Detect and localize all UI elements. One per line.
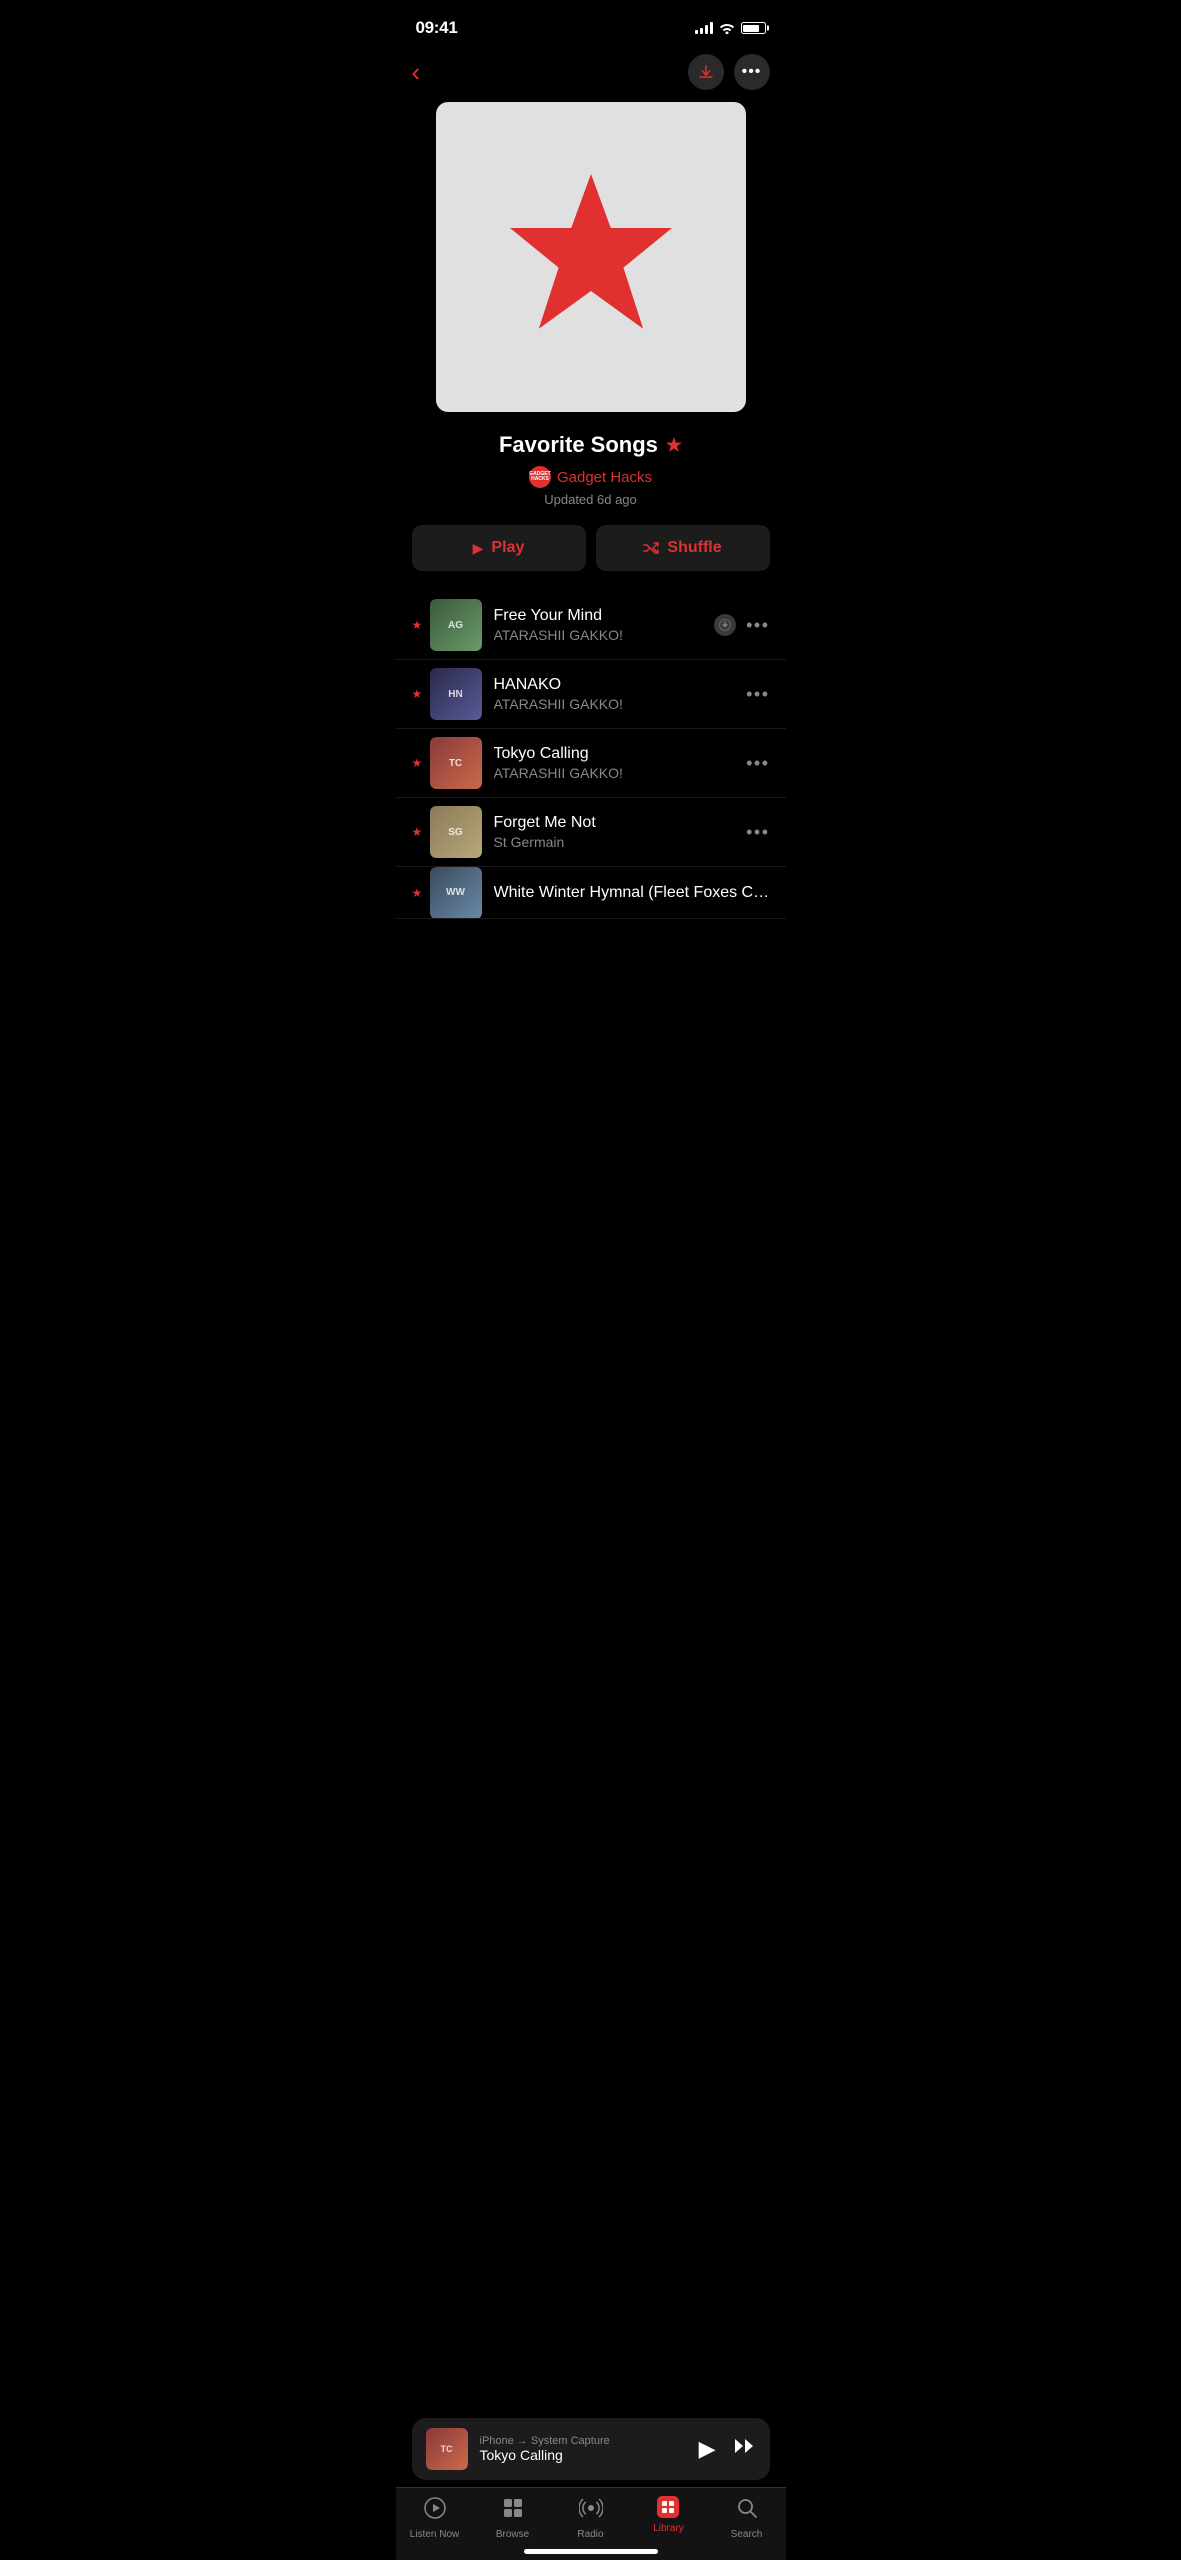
- library-icon: [657, 2496, 681, 2520]
- song-favorite-star: ★: [412, 886, 430, 900]
- song-artist: St Germain: [494, 834, 747, 850]
- song-title: White Winter Hymnal (Fleet Foxes Cover): [494, 884, 770, 902]
- song-info: White Winter Hymnal (Fleet Foxes Cover): [494, 884, 770, 902]
- song-item[interactable]: ★ WW White Winter Hymnal (Fleet Foxes Co…: [396, 867, 786, 919]
- song-artist: ATARASHII GAKKO!: [494, 696, 747, 712]
- song-info: Tokyo Calling ATARASHII GAKKO!: [494, 745, 747, 781]
- updated-text: Updated 6d ago: [416, 492, 766, 507]
- song-thumbnail: AG: [430, 599, 482, 651]
- mini-player-info: iPhone → System Capture Tokyo Calling: [480, 2435, 687, 2463]
- song-favorite-star: ★: [412, 825, 430, 839]
- status-time: 09:41: [416, 18, 458, 38]
- play-label: Play: [491, 539, 524, 557]
- song-actions: •••: [746, 684, 769, 705]
- download-button[interactable]: [688, 54, 724, 90]
- playlist-title-star: ★: [666, 435, 682, 456]
- home-indicator: [524, 2549, 658, 2554]
- battery-icon: [741, 22, 766, 34]
- tab-browse-label: Browse: [496, 2529, 529, 2540]
- search-icon: [735, 2496, 759, 2526]
- nav-actions: •••: [688, 54, 770, 90]
- tab-library-label: Library: [653, 2523, 684, 2534]
- song-artist: ATARASHII GAKKO!: [494, 765, 747, 781]
- tab-listen-now[interactable]: Listen Now: [403, 2496, 467, 2540]
- tab-radio[interactable]: Radio: [559, 2496, 623, 2540]
- song-title: HANAKO: [494, 676, 747, 694]
- shuffle-label: Shuffle: [667, 539, 721, 557]
- song-item[interactable]: ★ HN HANAKO ATARASHII GAKKO! •••: [396, 660, 786, 729]
- song-more-button[interactable]: •••: [746, 753, 769, 774]
- song-download-icon[interactable]: [714, 614, 736, 636]
- playlist-star-art: [501, 165, 681, 350]
- listen-now-icon: [423, 2496, 447, 2526]
- playlist-info: Favorite Songs ★ GADGET HACKS Gadget Hac…: [396, 432, 786, 525]
- tab-library[interactable]: Library: [637, 2496, 701, 2540]
- song-actions: •••: [714, 614, 769, 636]
- song-thumbnail: SG: [430, 806, 482, 858]
- mini-player-source: iPhone → System Capture: [480, 2435, 687, 2447]
- browse-icon: [501, 2496, 525, 2526]
- top-nav: ‹ •••: [396, 50, 786, 102]
- album-art: [436, 102, 746, 412]
- song-thumbnail: TC: [430, 737, 482, 789]
- play-icon: ▶: [473, 540, 484, 557]
- song-favorite-star: ★: [412, 618, 430, 632]
- mini-player-title: Tokyo Calling: [480, 2447, 687, 2463]
- song-thumbnail: WW: [430, 867, 482, 919]
- mini-play-button[interactable]: ▶: [699, 2436, 716, 2462]
- tab-browse[interactable]: Browse: [481, 2496, 545, 2540]
- mini-forward-button[interactable]: [732, 2437, 756, 2461]
- tab-listen-now-label: Listen Now: [410, 2529, 459, 2540]
- play-button[interactable]: ▶ Play: [412, 525, 586, 571]
- wifi-icon: [719, 22, 735, 34]
- song-title: Tokyo Calling: [494, 745, 747, 763]
- song-item[interactable]: ★ AG Free Your Mind ATARASHII GAKKO! •••: [396, 591, 786, 660]
- more-button[interactable]: •••: [734, 54, 770, 90]
- status-icons: [695, 22, 766, 34]
- mini-player-controls: ▶: [699, 2436, 756, 2462]
- song-more-button[interactable]: •••: [746, 615, 769, 636]
- playlist-title: Favorite Songs ★: [416, 432, 766, 458]
- song-actions: •••: [746, 822, 769, 843]
- mini-player[interactable]: TC iPhone → System Capture Tokyo Calling…: [412, 2418, 770, 2480]
- song-info: HANAKO ATARASHII GAKKO!: [494, 676, 747, 712]
- song-art: SG: [430, 806, 482, 858]
- song-info: Free Your Mind ATARASHII GAKKO!: [494, 607, 715, 643]
- song-art: TC: [430, 737, 482, 789]
- song-item[interactable]: ★ SG Forget Me Not St Germain •••: [396, 798, 786, 867]
- album-art-container: [396, 102, 786, 432]
- tab-search[interactable]: Search: [715, 2496, 779, 2540]
- song-actions: •••: [746, 753, 769, 774]
- song-title: Free Your Mind: [494, 607, 715, 625]
- signal-icon: [695, 22, 713, 34]
- song-art: WW: [430, 867, 482, 919]
- song-art: AG: [430, 599, 482, 651]
- author-badge: GADGET HACKS: [529, 466, 551, 488]
- song-thumbnail: HN: [430, 668, 482, 720]
- author-name[interactable]: Gadget Hacks: [557, 469, 652, 486]
- song-favorite-star: ★: [412, 756, 430, 770]
- song-title: Forget Me Not: [494, 814, 747, 832]
- mini-player-thumbnail: TC: [426, 2428, 468, 2470]
- song-more-button[interactable]: •••: [746, 684, 769, 705]
- playlist-author: GADGET HACKS Gadget Hacks: [416, 466, 766, 488]
- back-button[interactable]: ‹: [412, 57, 448, 88]
- song-more-button[interactable]: •••: [746, 822, 769, 843]
- song-list: ★ AG Free Your Mind ATARASHII GAKKO! •••…: [396, 591, 786, 919]
- shuffle-icon: [643, 542, 659, 554]
- shuffle-button[interactable]: Shuffle: [596, 525, 770, 571]
- song-artist: ATARASHII GAKKO!: [494, 627, 715, 643]
- song-info: Forget Me Not St Germain: [494, 814, 747, 850]
- song-item[interactable]: ★ TC Tokyo Calling ATARASHII GAKKO! •••: [396, 729, 786, 798]
- song-art: HN: [430, 668, 482, 720]
- tab-radio-label: Radio: [577, 2529, 603, 2540]
- song-favorite-star: ★: [412, 687, 430, 701]
- tab-search-label: Search: [731, 2529, 763, 2540]
- action-buttons: ▶ Play Shuffle: [396, 525, 786, 591]
- radio-icon: [579, 2496, 603, 2526]
- status-bar: 09:41: [396, 0, 786, 50]
